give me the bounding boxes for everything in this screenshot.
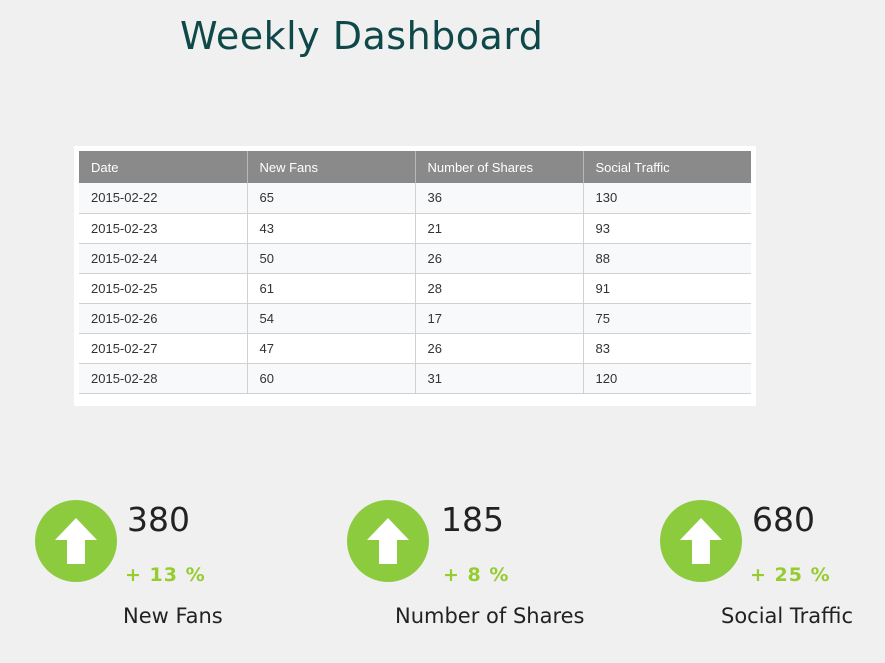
table-cell-social-traffic: 83	[583, 333, 751, 364]
table-cell-new-fans: 43	[247, 213, 416, 244]
table-cell-social-traffic: 120	[583, 363, 751, 394]
table-row: 2015-02-28 60 31 120	[79, 363, 751, 394]
table-row: 2015-02-27 47 26 83	[79, 333, 751, 364]
table-cell-date: 2015-02-25	[79, 273, 248, 304]
table-cell-date: 2015-02-26	[79, 303, 248, 334]
column-header-number-of-shares: Number of Shares	[415, 151, 584, 183]
table-cell-new-fans: 50	[247, 243, 416, 274]
table-cell-date: 2015-02-22	[79, 183, 248, 214]
table-cell-social-traffic: 88	[583, 243, 751, 274]
table-cell-number-of-shares: 21	[415, 213, 584, 244]
table-cell-number-of-shares: 17	[415, 303, 584, 334]
table-cell-date: 2015-02-24	[79, 243, 248, 274]
table-header-row: Date New Fans Number of Shares Social Tr…	[79, 151, 751, 183]
kpi-value: 185	[441, 500, 504, 539]
kpi-label: Social Traffic	[721, 604, 854, 628]
table-row: 2015-02-26 54 17 75	[79, 303, 751, 334]
table-cell-social-traffic: 91	[583, 273, 751, 304]
table-row: 2015-02-22 65 36 130	[79, 183, 751, 214]
column-header-new-fans: New Fans	[247, 151, 416, 183]
kpi-change: + 13 %	[125, 564, 206, 586]
table-cell-number-of-shares: 26	[415, 333, 584, 364]
table-cell-new-fans: 61	[247, 273, 416, 304]
weekly-stats-table-card: Date New Fans Number of Shares Social Tr…	[74, 146, 756, 406]
kpi-value: 380	[127, 500, 190, 539]
kpi-change: + 25 %	[750, 564, 831, 586]
table-cell-new-fans: 65	[247, 183, 416, 214]
table-cell-social-traffic: 93	[583, 213, 751, 244]
table-row: 2015-02-23 43 21 93	[79, 213, 751, 244]
table-row: 2015-02-25 61 28 91	[79, 273, 751, 304]
arrow-up-icon	[367, 518, 409, 564]
table-cell-date: 2015-02-27	[79, 333, 248, 364]
kpi-value: 680	[752, 500, 815, 539]
column-header-social-traffic: Social Traffic	[583, 151, 751, 183]
table-cell-number-of-shares: 26	[415, 243, 584, 274]
table-cell-social-traffic: 75	[583, 303, 751, 334]
table-cell-social-traffic: 130	[583, 183, 751, 214]
table-cell-number-of-shares: 28	[415, 273, 584, 304]
weekly-stats-table: Date New Fans Number of Shares Social Tr…	[79, 151, 751, 394]
table-cell-new-fans: 60	[247, 363, 416, 394]
table-cell-new-fans: 47	[247, 333, 416, 364]
table-cell-date: 2015-02-23	[79, 213, 248, 244]
table-cell-new-fans: 54	[247, 303, 416, 334]
table-row: 2015-02-24 50 26 88	[79, 243, 751, 274]
kpi-change: + 8 %	[443, 564, 510, 586]
arrow-up-icon	[680, 518, 722, 564]
kpi-label: Number of Shares	[395, 604, 585, 628]
table-cell-date: 2015-02-28	[79, 363, 248, 394]
kpi-circle	[347, 500, 429, 582]
arrow-up-icon	[55, 518, 97, 564]
column-header-date: Date	[79, 151, 248, 183]
kpi-circle	[35, 500, 117, 582]
kpi-circle	[660, 500, 742, 582]
table-cell-number-of-shares: 31	[415, 363, 584, 394]
kpi-label: New Fans	[123, 604, 223, 628]
page-title: Weekly Dashboard	[180, 14, 544, 58]
table-cell-number-of-shares: 36	[415, 183, 584, 214]
